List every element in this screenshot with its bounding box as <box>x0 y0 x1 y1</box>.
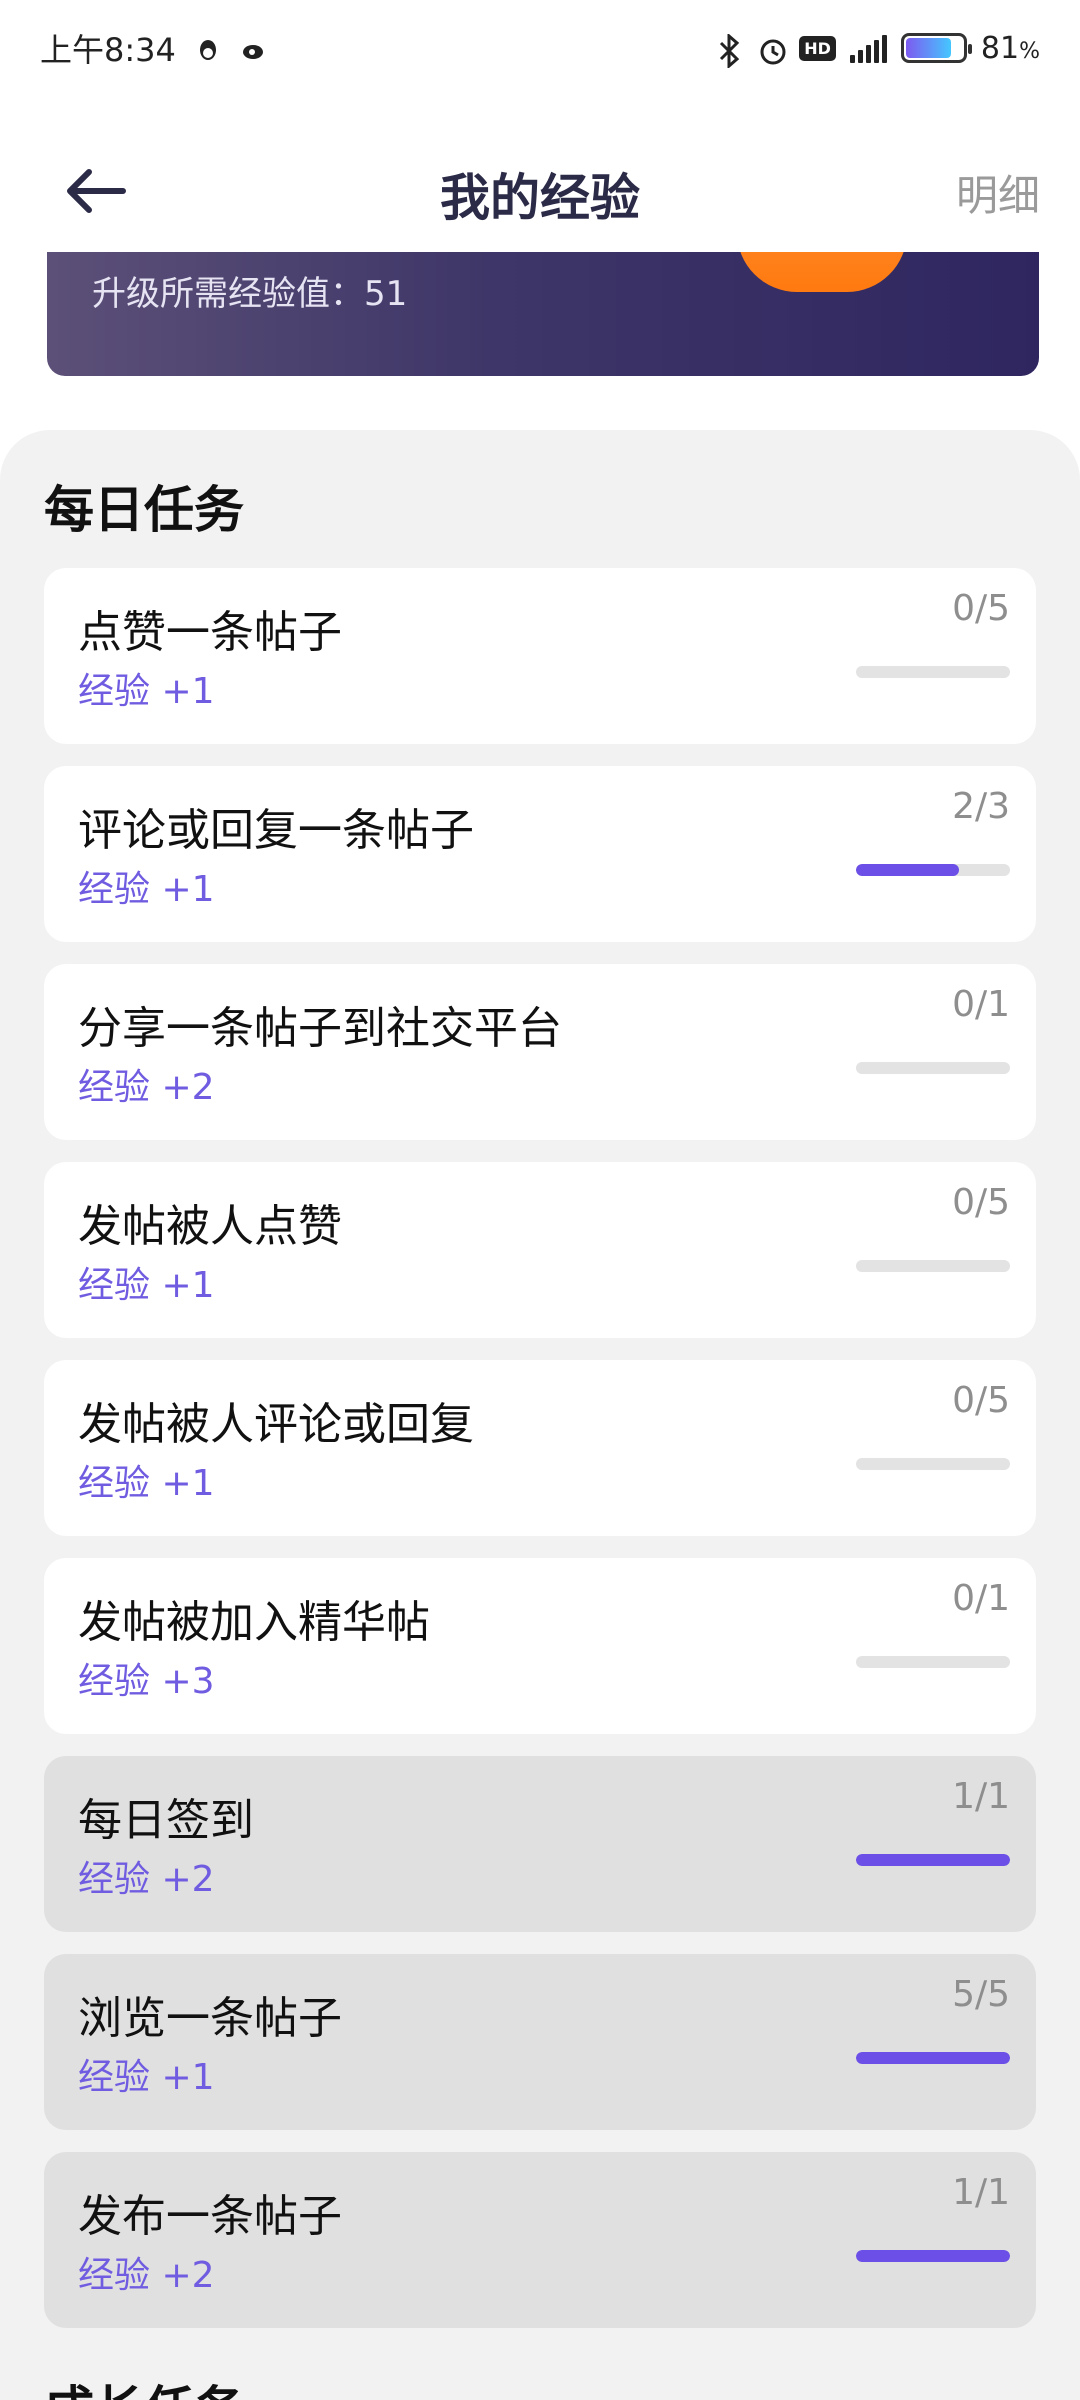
task-name: 发帖被加入精华帖 <box>78 1597 430 1648</box>
task-name: 点赞一条帖子 <box>78 607 342 658</box>
tasks-panel: 每日任务 点赞一条帖子 经验 +1 0/5 评论或回复一条帖子 经验 +1 2/3 分享一条… <box>0 430 1080 2400</box>
bluetooth-icon <box>715 32 743 70</box>
header: 我的经验 明细 <box>0 130 1080 250</box>
status-right: HD 81% <box>715 30 1040 70</box>
task-progress-count: 0/1 <box>952 984 1010 1025</box>
task-card[interactable]: 每日签到经验 +2 1/1 <box>44 1756 1036 1932</box>
level-badge-icon <box>737 252 907 292</box>
task-progress-bar <box>856 1656 1010 1668</box>
task-progress-fill <box>856 1854 1010 1866</box>
task-exp: 经验 +1 <box>78 671 215 712</box>
task-progress-bar <box>856 2250 1010 2262</box>
qq-icon <box>194 34 222 62</box>
task-progress-bar <box>856 1260 1010 1272</box>
page-title: 我的经验 <box>440 169 640 227</box>
task-progress-bar <box>856 864 1010 876</box>
exp-needed-text: 升级所需经验值：51 <box>92 274 408 314</box>
task-name: 发帖被人评论或回复 <box>78 1399 474 1450</box>
status-bar: 上午8:34 HD 81% <box>0 0 1080 96</box>
task-progress-bar <box>856 666 1010 678</box>
task-name: 评论或回复一条帖子 <box>78 805 474 856</box>
task-exp: 经验 +1 <box>78 1265 215 1306</box>
alarm-icon <box>757 34 786 65</box>
task-progress-fill <box>856 2250 1010 2262</box>
task-progress-count: 0/5 <box>952 588 1010 629</box>
daily-task-list: 点赞一条帖子 经验 +1 0/5 评论或回复一条帖子 经验 +1 2/3 分享一条帖子到社交… <box>44 568 1036 2350</box>
task-card[interactable]: 发帖被加入精华帖经验 +3 0/1 <box>44 1558 1036 1734</box>
task-exp: 经验 +2 <box>78 2255 215 2296</box>
task-progress-bar <box>856 1854 1010 1866</box>
hd-icon: HD <box>799 35 836 61</box>
task-name: 发布一条帖子 <box>78 2191 342 2242</box>
signal-icon <box>849 33 887 63</box>
task-progress-bar <box>856 1062 1010 1074</box>
task-card[interactable]: 发布一条帖子经验 +2 1/1 <box>44 2152 1036 2328</box>
task-progress-count: 5/5 <box>952 1974 1010 2015</box>
task-exp: 经验 +1 <box>78 869 215 910</box>
task-progress-count: 0/5 <box>952 1380 1010 1421</box>
task-progress-count: 2/3 <box>952 786 1010 827</box>
task-progress-fill <box>856 864 959 876</box>
task-card[interactable]: 发帖被人评论或回复经验 +1 0/5 <box>44 1360 1036 1536</box>
task-name: 每日签到 <box>78 1795 254 1846</box>
task-progress-fill <box>856 2052 1010 2064</box>
task-progress-count: 1/1 <box>952 2172 1010 2213</box>
status-time: 上午8:34 <box>40 31 176 69</box>
weibo-icon <box>240 34 268 62</box>
task-exp: 经验 +1 <box>78 1463 215 1504</box>
growth-tasks-title: 成长任务 <box>44 2370 244 2400</box>
task-card[interactable]: 浏览一条帖子经验 +1 5/5 <box>44 1954 1036 2130</box>
daily-tasks-title: 每日任务 <box>44 481 244 539</box>
task-progress-bar <box>856 1458 1010 1470</box>
battery-percent: 81 <box>980 30 1020 66</box>
task-name: 浏览一条帖子 <box>78 1993 342 2044</box>
task-exp: 经验 +2 <box>78 1859 215 1900</box>
task-card[interactable]: 点赞一条帖子经验 +1 0/5 <box>44 568 1036 744</box>
task-card[interactable]: 发帖被人点赞经验 +1 0/5 <box>44 1162 1036 1338</box>
task-name: 分享一条帖子到社交平台 <box>78 1003 562 1054</box>
task-progress-bar <box>856 2052 1010 2064</box>
battery-icon <box>900 33 972 63</box>
task-exp: 经验 +3 <box>78 1661 215 1702</box>
detail-link[interactable]: 明细 <box>956 162 1040 223</box>
task-card[interactable]: 分享一条帖子到社交平台经验 +2 0/1 <box>44 964 1036 1140</box>
task-progress-count: 0/5 <box>952 1182 1010 1223</box>
task-progress-count: 0/1 <box>952 1578 1010 1619</box>
task-name: 发帖被人点赞 <box>78 1201 342 1252</box>
status-left: 上午8:34 <box>40 25 268 71</box>
task-progress-count: 1/1 <box>952 1776 1010 1817</box>
task-card[interactable]: 评论或回复一条帖子经验 +1 2/3 <box>44 766 1036 942</box>
task-exp: 经验 +2 <box>78 1067 215 1108</box>
battery-unit: % <box>1019 38 1040 64</box>
task-exp: 经验 +1 <box>78 2057 215 2098</box>
level-banner: 升级所需经验值：51 <box>47 252 1039 376</box>
